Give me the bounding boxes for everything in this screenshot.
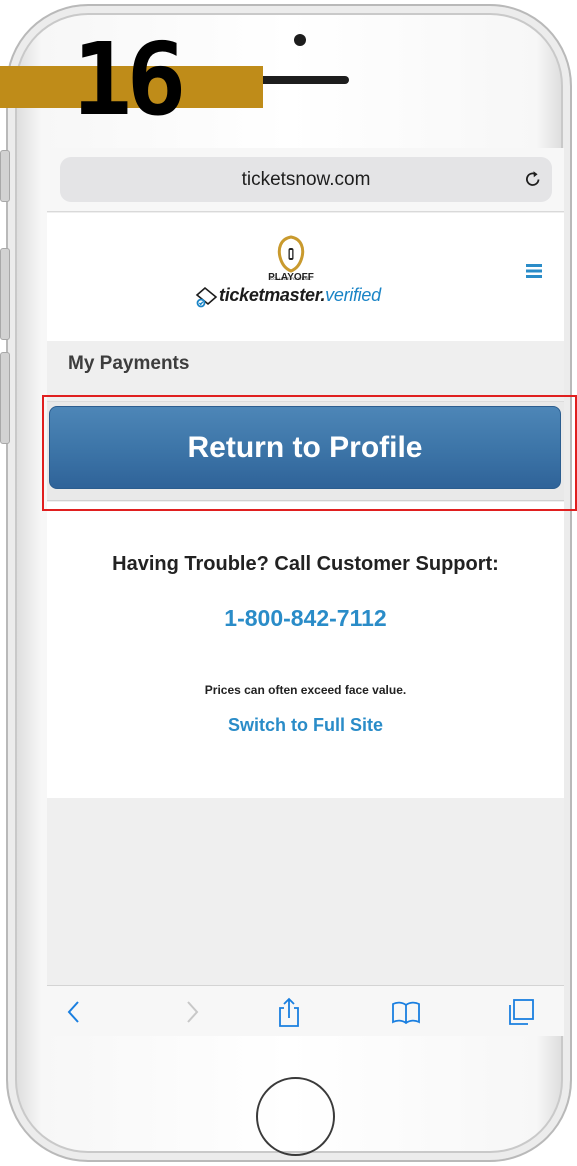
- share-icon[interactable]: [273, 996, 305, 1028]
- reload-icon[interactable]: [523, 169, 543, 189]
- volume-up-button: [0, 248, 10, 340]
- phone-screen: ticketsnow.com COLLEGE FOOTBALL PLAYOFF …: [47, 148, 564, 1036]
- earpiece-speaker: [257, 76, 349, 84]
- cfp-trophy-logo: [277, 235, 305, 273]
- address-bar[interactable]: ticketsnow.com: [60, 157, 552, 202]
- tabs-icon[interactable]: [505, 996, 537, 1028]
- support-phone-link[interactable]: 1-800-842-7112: [47, 605, 564, 632]
- prices-disclaimer: Prices can often exceed face value.: [204, 683, 407, 697]
- volume-down-button: [0, 352, 10, 444]
- highlight-annotation: [42, 395, 577, 511]
- ticket-check-icon: [195, 286, 218, 308]
- brand-verified: verified: [325, 285, 381, 305]
- front-camera: [294, 34, 306, 46]
- support-heading: Having Trouble? Call Customer Support:: [112, 553, 499, 575]
- support-section: Having Trouble? Call Customer Support: 1…: [47, 502, 564, 798]
- page-title: My Payments: [68, 353, 190, 374]
- site-header: COLLEGE FOOTBALL PLAYOFF ticketmaster.ve…: [47, 213, 564, 341]
- switch-to-full-site-link[interactable]: Switch to Full Site: [47, 715, 564, 736]
- forward-icon[interactable]: [175, 996, 207, 1028]
- hamburger-menu-icon[interactable]: [526, 264, 542, 278]
- home-button[interactable]: [256, 1077, 335, 1156]
- browser-address-area: ticketsnow.com: [47, 148, 564, 212]
- url-text: ticketsnow.com: [241, 169, 371, 190]
- bookmarks-icon[interactable]: [390, 996, 422, 1028]
- back-icon[interactable]: [59, 996, 91, 1028]
- brand-main: ticketmaster.: [219, 285, 326, 305]
- mute-switch: [0, 150, 10, 202]
- ticketmaster-verified-logo: ticketmaster.verified: [219, 285, 381, 306]
- step-number: 16: [72, 21, 186, 138]
- browser-toolbar: [47, 985, 564, 1036]
- cfp-logo-text: PLAYOFF: [268, 272, 314, 283]
